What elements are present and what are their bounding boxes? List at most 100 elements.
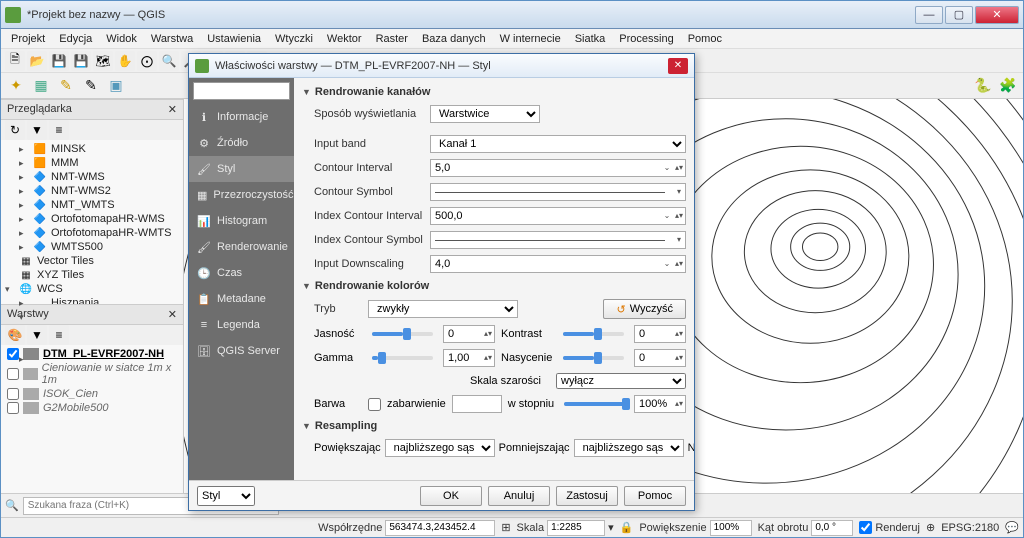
add-vector-icon[interactable]: ✦ [5, 75, 27, 97]
menu-item[interactable]: Warstwa [145, 31, 199, 47]
rot-field[interactable] [811, 520, 853, 536]
render-checkbox[interactable] [859, 521, 872, 534]
saturation-slider[interactable] [563, 356, 624, 360]
menu-item[interactable]: Processing [613, 31, 679, 47]
blend-mode-select[interactable]: zwykły [368, 300, 518, 318]
dialog-tab-legenda[interactable]: ≡Legenda [189, 312, 294, 338]
new-project-icon[interactable]: 🗎 [5, 51, 25, 71]
layer-item[interactable]: Cieniowanie w siatce 1m x 1m [3, 361, 181, 387]
layer-checkbox[interactable] [7, 368, 19, 380]
dialog-tab-renderowanie[interactable]: 🖌Renderowanie [189, 234, 294, 260]
style-icon[interactable]: 🎨 [5, 325, 25, 345]
save-icon[interactable]: 💾 [49, 51, 69, 71]
index-interval-spin[interactable]: ⌄▴▾ [430, 207, 686, 225]
display-mode-select[interactable]: Warstwice [430, 105, 540, 123]
menu-item[interactable]: Baza danych [416, 31, 492, 47]
section-band-rendering[interactable]: ▼Rendrowanie kanałów [302, 82, 686, 102]
identify-icon[interactable]: ⨀ [137, 51, 157, 71]
menu-item[interactable]: W internecie [494, 31, 567, 47]
dialog-tab-źródło[interactable]: ⚙Źródło [189, 130, 294, 156]
style-menu-button[interactable]: Styl [197, 486, 255, 506]
gamma-slider[interactable] [372, 356, 433, 360]
saturation-spin[interactable]: ▴▾ [634, 349, 686, 367]
epsg-label[interactable]: EPSG:2180 [941, 522, 999, 534]
tree-item[interactable]: ▸🔷NMT_WMTS [3, 198, 181, 212]
panel-close-icon[interactable]: ✕ [168, 308, 177, 321]
layer-checkbox[interactable] [7, 402, 19, 414]
zoom-out-select[interactable]: najbliższego sąsiada [574, 439, 684, 457]
contrast-slider[interactable] [563, 332, 624, 336]
layers-list[interactable]: DTM_PL-EVRF2007-NHCieniowanie w siatce 1… [1, 345, 183, 493]
layout-icon[interactable]: 🗺 [93, 51, 113, 71]
filter-icon[interactable]: ▼ [27, 325, 47, 345]
apply-button[interactable]: Zastosuj [556, 486, 618, 506]
open-project-icon[interactable]: 📂 [27, 51, 47, 71]
dialog-tab-przezroczystość[interactable]: ▦Przezroczystość [189, 182, 294, 208]
edit-icon[interactable]: ✎ [80, 75, 102, 97]
menu-item[interactable]: Raster [370, 31, 414, 47]
tree-item[interactable]: ▦XYZ Tiles [3, 268, 181, 282]
mag-field[interactable] [710, 520, 752, 536]
menu-item[interactable]: Widok [100, 31, 143, 47]
coord-field[interactable] [385, 520, 495, 536]
lock-icon[interactable]: 🔒 [620, 521, 634, 534]
refresh-icon[interactable]: ↻ [5, 120, 25, 140]
dialog-search-input[interactable] [193, 82, 290, 100]
layer-checkbox[interactable] [7, 348, 19, 360]
select-icon[interactable]: ▣ [105, 75, 127, 97]
zoom-in-icon[interactable]: 🔍 [159, 51, 179, 71]
brightness-spin[interactable]: ▴▾ [443, 325, 495, 343]
brightness-slider[interactable] [372, 332, 433, 336]
help-button[interactable]: Pomoc [624, 486, 686, 506]
layer-item[interactable]: G2Mobile500 [3, 401, 181, 415]
zoom-in-select[interactable]: najbliższego sąsiada [385, 439, 495, 457]
downscaling-spin[interactable]: ⌄▴▾ [430, 255, 686, 273]
menu-item[interactable]: Pomoc [682, 31, 728, 47]
maximize-button[interactable]: ▢ [945, 6, 973, 24]
tree-item[interactable]: ▸🔷WMTS500 [3, 240, 181, 254]
contour-symbol-button[interactable]: ▾ [430, 183, 686, 201]
layer-item[interactable]: ISOK_Cien [3, 387, 181, 401]
tree-item[interactable]: ▸🔷OrtofotomapaHR-WMTS [3, 226, 181, 240]
contrast-spin[interactable]: ▴▾ [634, 325, 686, 343]
input-band-select[interactable]: Kanał 1 [430, 135, 686, 153]
cancel-button[interactable]: Anuluj [488, 486, 550, 506]
scale-field[interactable] [547, 520, 605, 536]
tree-item[interactable]: ▸Hiszpania [3, 296, 181, 304]
dialog-close-button[interactable]: ✕ [668, 58, 688, 74]
minimize-button[interactable]: — [915, 6, 943, 24]
grayscale-select[interactable]: wyłącz [556, 373, 686, 389]
collapse-icon[interactable]: ≡ [49, 120, 69, 140]
filter-icon[interactable]: ▼ [27, 120, 47, 140]
contour-interval-spin[interactable]: ⌄▴▾ [430, 159, 686, 177]
strength-slider[interactable] [564, 402, 624, 406]
menu-item[interactable]: Wtyczki [269, 31, 319, 47]
dialog-tab-histogram[interactable]: 📊Histogram [189, 208, 294, 234]
tree-item[interactable]: ▸🟧MMM [3, 156, 181, 170]
tree-item[interactable]: ▾🌐WCS [3, 282, 181, 296]
menu-item[interactable]: Wektor [321, 31, 368, 47]
extent-icon[interactable]: ⊞ [501, 521, 510, 534]
tree-item[interactable]: ▸🟧MINSK [3, 142, 181, 156]
menu-item[interactable]: Ustawienia [201, 31, 267, 47]
menu-item[interactable]: Projekt [5, 31, 51, 47]
reset-button[interactable]: ↺Wyczyść [603, 299, 686, 319]
expand-icon[interactable]: ≡ [49, 325, 69, 345]
pan-icon[interactable]: ✋ [115, 51, 135, 71]
dialog-tab-informacje[interactable]: ℹInformacje [189, 104, 294, 130]
add-raster-icon[interactable]: ▦ [30, 75, 52, 97]
panel-close-icon[interactable]: ✕ [168, 103, 177, 116]
colorize-color-button[interactable] [452, 395, 502, 413]
colorize-checkbox[interactable] [368, 398, 381, 411]
pencil-icon[interactable]: ✎ [55, 75, 77, 97]
save-as-icon[interactable]: 💾 [71, 51, 91, 71]
python-icon[interactable]: 🐍 [972, 75, 994, 97]
tree-item[interactable]: ▦Vector Tiles [3, 254, 181, 268]
dialog-tab-metadane[interactable]: 📋Metadane [189, 286, 294, 312]
layer-checkbox[interactable] [7, 388, 19, 400]
crs-icon[interactable]: ⊕ [926, 521, 935, 534]
index-symbol-button[interactable]: ▾ [430, 231, 686, 249]
gamma-spin[interactable]: ▴▾ [443, 349, 495, 367]
dialog-tab-qgis server[interactable]: 🗄QGIS Server [189, 338, 294, 364]
dialog-tab-czas[interactable]: 🕒Czas [189, 260, 294, 286]
